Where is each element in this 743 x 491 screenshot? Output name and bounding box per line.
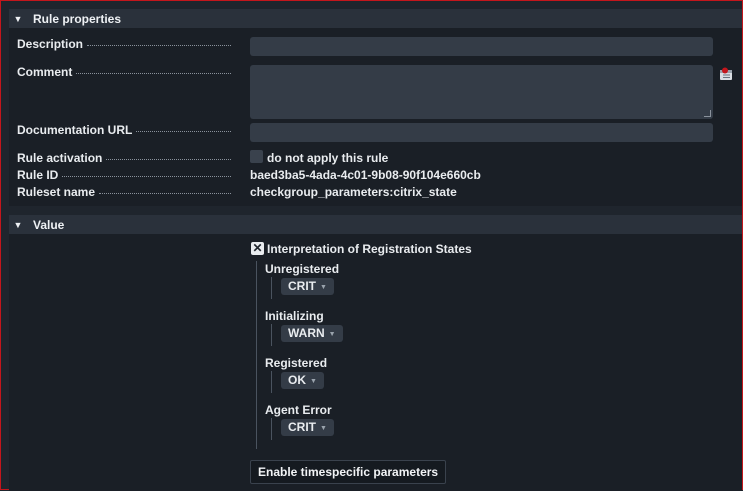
field-guide-line	[271, 277, 272, 299]
comment-textarea[interactable]	[250, 65, 713, 119]
field-guide-line	[271, 324, 272, 346]
description-label: Description	[17, 37, 231, 51]
dict-guide-line	[256, 261, 257, 449]
do-not-apply-checkbox[interactable]	[250, 150, 263, 163]
interpretation-checkbox[interactable]: ✕	[251, 242, 264, 255]
registered-label: Registered	[265, 356, 328, 370]
initializing-label: Initializing	[265, 309, 324, 323]
agent-error-state-select[interactable]: CRIT ▼	[281, 419, 334, 436]
do-not-apply-label[interactable]: do not apply this rule	[267, 151, 388, 165]
agent-error-label: Agent Error	[265, 403, 332, 417]
value-header[interactable]: ▼ Value	[9, 215, 742, 234]
description-input[interactable]	[250, 37, 713, 56]
calendar-edit-icon[interactable]	[719, 67, 734, 81]
collapse-triangle-icon: ▼	[13, 219, 23, 230]
rule-id-label: Rule ID	[17, 168, 231, 182]
chevron-down-icon: ▼	[320, 284, 327, 291]
ruleset-name-label: Ruleset name	[17, 185, 231, 199]
rule-properties-header[interactable]: ▼ Rule properties	[9, 9, 742, 28]
enable-timespecific-button[interactable]: Enable timespecific parameters	[250, 460, 447, 484]
field-guide-line	[271, 371, 272, 393]
resize-handle-icon[interactable]	[704, 110, 711, 117]
unregistered-label: Unregistered	[265, 262, 340, 276]
unregistered-state-select[interactable]: CRIT ▼	[281, 278, 334, 295]
documentation-url-input[interactable]	[250, 123, 713, 142]
rule-id-value: baed3ba5-4ada-4c01-9b08-90f104e660cb	[250, 168, 481, 182]
rule-activation-label: Rule activation	[17, 151, 231, 165]
chevron-down-icon: ▼	[320, 425, 327, 432]
interpretation-label[interactable]: Interpretation of Registration States	[267, 242, 472, 256]
field-guide-line	[271, 418, 272, 440]
chevron-down-icon: ▼	[310, 378, 317, 385]
documentation-url-label: Documentation URL	[17, 123, 231, 137]
registered-state-select[interactable]: OK ▼	[281, 372, 324, 389]
ruleset-name-value: checkgroup_parameters:citrix_state	[250, 185, 457, 199]
rule-properties-title: Rule properties	[33, 11, 122, 26]
chevron-down-icon: ▼	[328, 331, 336, 338]
value-title: Value	[33, 217, 65, 232]
collapse-triangle-icon: ▼	[13, 13, 23, 24]
value-body	[9, 234, 742, 491]
initializing-state-select[interactable]: WARN ▼	[281, 325, 343, 342]
comment-label: Comment	[17, 65, 231, 79]
